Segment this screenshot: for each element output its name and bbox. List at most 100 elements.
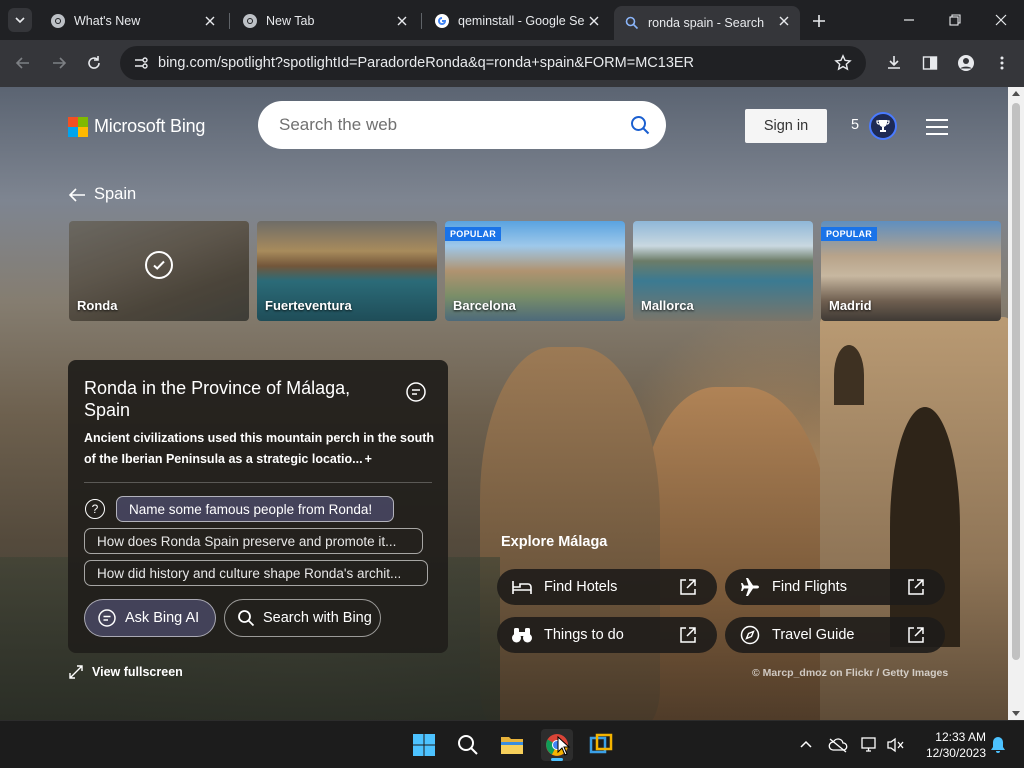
close-window-button[interactable]: [986, 8, 1016, 32]
question-chip-2[interactable]: How does Ronda Spain preserve and promot…: [84, 528, 423, 554]
external-link-icon: [680, 627, 696, 643]
explore-label: Travel Guide: [772, 627, 855, 643]
tab-ronda-spain[interactable]: ronda spain - Search: [614, 6, 800, 40]
find-hotels-button[interactable]: Find Hotels: [497, 569, 717, 605]
side-panel-button[interactable]: [917, 50, 943, 76]
bed-icon: [510, 577, 534, 597]
expand-icon: [69, 665, 83, 679]
scroll-up-arrow-icon[interactable]: [1012, 91, 1020, 96]
close-icon[interactable]: [586, 13, 602, 29]
running-indicator: [551, 758, 563, 761]
destination-name: Fuerteventura: [265, 298, 352, 313]
reload-icon: [88, 56, 100, 69]
sign-in-button[interactable]: Sign in: [745, 109, 827, 143]
profile-button[interactable]: [953, 50, 979, 76]
back-to-spain-link[interactable]: Spain: [68, 185, 136, 204]
microsoft-logo-icon: [68, 116, 88, 137]
hamburger-menu-icon[interactable]: [926, 119, 948, 135]
destination-card-ronda[interactable]: Ronda: [69, 221, 249, 321]
page-viewport: Microsoft Bing Sign in 5 Spain Ronda Fue…: [0, 87, 1008, 720]
minimize-icon: [904, 19, 914, 21]
search-icon[interactable]: [630, 115, 650, 140]
google-icon: [434, 13, 450, 29]
forward-button[interactable]: [46, 50, 72, 76]
chrome-icon: [50, 13, 66, 29]
travel-guide-button[interactable]: Travel Guide: [725, 617, 945, 653]
vm-app-taskbar-button[interactable]: [585, 729, 617, 761]
volume-muted-icon[interactable]: [886, 735, 906, 755]
brand-name: Microsoft Bing: [94, 116, 206, 136]
site-info-icon[interactable]: [126, 55, 156, 71]
new-tab-button[interactable]: [808, 10, 830, 32]
chat-icon[interactable]: [405, 381, 427, 403]
search-box[interactable]: [258, 101, 666, 149]
reload-button[interactable]: [81, 50, 107, 76]
page-scrollbar[interactable]: [1008, 87, 1024, 720]
search-input[interactable]: [279, 115, 619, 135]
tab-strip: What's New New Tab qeminstall - Google S…: [0, 0, 1024, 40]
onedrive-icon[interactable]: [828, 735, 848, 755]
chat-icon: [98, 609, 116, 627]
close-icon[interactable]: [394, 13, 410, 29]
destination-name: Madrid: [829, 298, 872, 313]
profile-icon: [958, 55, 974, 71]
tab-new-tab[interactable]: New Tab: [232, 6, 418, 36]
minimize-button[interactable]: [894, 8, 924, 32]
clock-date: 12/30/2023: [925, 746, 986, 760]
find-flights-button[interactable]: Find Flights: [725, 569, 945, 605]
downloads-button[interactable]: [881, 50, 907, 76]
destination-card-barcelona[interactable]: POPULAR Barcelona: [445, 221, 625, 321]
view-fullscreen-link[interactable]: View fullscreen: [68, 664, 183, 680]
rewards-count[interactable]: 5: [851, 117, 859, 133]
destination-card-madrid[interactable]: POPULAR Madrid: [821, 221, 1001, 321]
external-link-icon: [908, 627, 924, 643]
restore-button[interactable]: [940, 8, 970, 32]
plus-icon: [813, 15, 825, 27]
scroll-down-arrow-icon[interactable]: [1012, 711, 1020, 716]
rewards-trophy-icon[interactable]: [869, 112, 897, 140]
tab-title: qeminstall - Google Se: [458, 14, 585, 28]
close-icon[interactable]: [776, 13, 792, 29]
destination-card-fuerteventura[interactable]: Fuerteventura: [257, 221, 437, 321]
tab-qeminstall[interactable]: qeminstall - Google Se: [424, 6, 610, 36]
chrome-menu-button[interactable]: [989, 50, 1015, 76]
network-icon[interactable]: [860, 735, 880, 755]
image-credit[interactable]: © Marcp_dmoz on Flickr / Getty Images: [752, 667, 948, 679]
bookmark-star-icon[interactable]: [834, 54, 852, 77]
destination-card-mallorca[interactable]: Mallorca: [633, 221, 813, 321]
tab-search-button[interactable]: [8, 8, 32, 32]
search-with-bing-button[interactable]: Search with Bing: [224, 599, 381, 637]
question-chip-3[interactable]: How did history and culture shape Ronda'…: [84, 560, 428, 586]
close-icon[interactable]: [202, 13, 218, 29]
close-icon: [995, 14, 1007, 26]
destination-name: Mallorca: [641, 298, 694, 313]
notification-bell-icon[interactable]: [988, 735, 1008, 755]
system-clock[interactable]: 12:33 AM 12/30/2023: [912, 729, 986, 761]
address-bar[interactable]: bing.com/spotlight?spotlightId=Paradorde…: [120, 46, 866, 80]
taskbar-search-button[interactable]: [452, 729, 484, 761]
start-button[interactable]: [408, 729, 440, 761]
question-chip-1[interactable]: Name some famous people from Ronda!: [116, 496, 394, 522]
back-link-label: Spain: [94, 185, 137, 203]
restore-icon: [949, 14, 961, 26]
search-icon: [458, 735, 478, 755]
chrome-icon: [242, 13, 258, 29]
info-panel: Ronda in the Province of Málaga, Spain A…: [68, 360, 448, 653]
scrollbar-thumb[interactable]: [1012, 103, 1020, 660]
help-icon: ?: [85, 499, 105, 519]
search-with-bing-label: Search with Bing: [263, 610, 372, 626]
download-icon: [888, 56, 900, 69]
tab-whats-new[interactable]: What's New: [40, 6, 226, 36]
ask-bing-ai-label: Ask Bing AI: [125, 610, 200, 626]
explore-label: Things to do: [544, 627, 624, 643]
chevron-up-icon[interactable]: [796, 735, 816, 755]
arrow-left-icon: [15, 57, 29, 69]
file-explorer-button[interactable]: [496, 729, 528, 761]
windows-taskbar: 12:33 AM 12/30/2023: [0, 720, 1024, 768]
back-button[interactable]: [10, 50, 36, 76]
read-more-button[interactable]: +: [365, 452, 372, 466]
bing-logo[interactable]: Microsoft Bing: [68, 116, 205, 137]
things-to-do-button[interactable]: Things to do: [497, 617, 717, 653]
explore-label: Find Hotels: [544, 579, 618, 595]
ask-bing-ai-button[interactable]: Ask Bing AI: [84, 599, 216, 637]
